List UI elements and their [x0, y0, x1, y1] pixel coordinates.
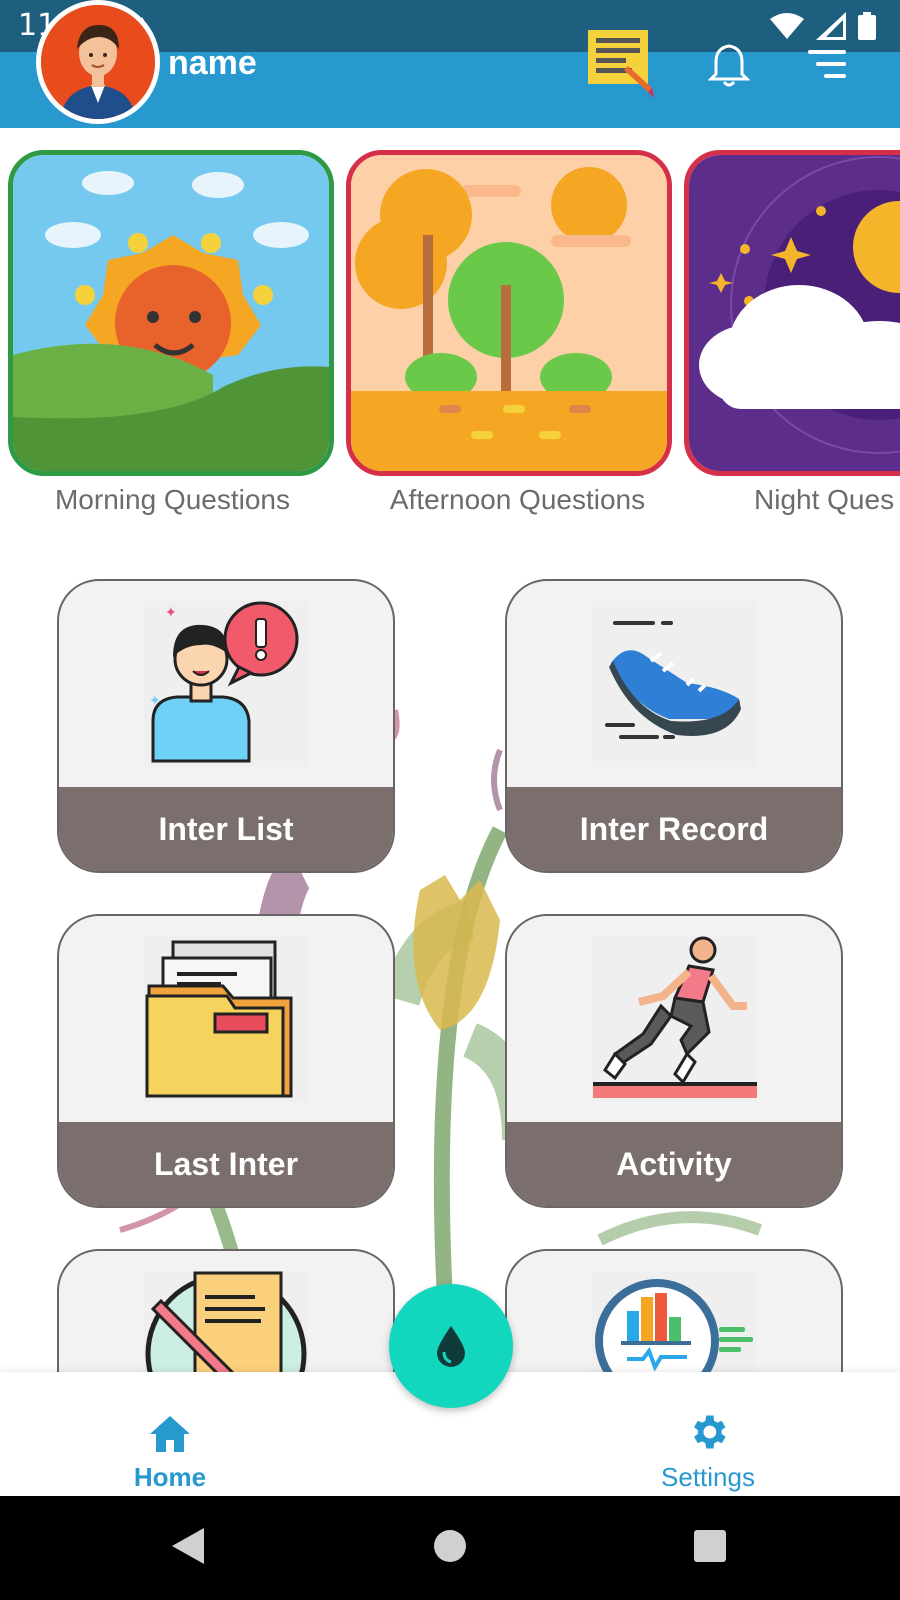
- user-avatar-icon: [41, 5, 155, 119]
- nav-home[interactable]: Home: [70, 1372, 270, 1496]
- svg-text:✦: ✦: [149, 693, 161, 709]
- signal-icon: [816, 12, 846, 40]
- nav-settings-label: Settings: [661, 1462, 755, 1492]
- card-illustration: ✦ ✦: [143, 601, 309, 767]
- night-moon-icon: [689, 155, 900, 471]
- home-icon: [150, 1416, 190, 1452]
- user-name: name: [168, 44, 257, 82]
- nav-home-label: Home: [133, 1462, 207, 1492]
- afternoon-label: Afternoon Questions: [389, 484, 646, 515]
- morning-tile[interactable]: [8, 150, 334, 476]
- system-nav-bar: [0, 1496, 900, 1600]
- morning-sun-icon: [13, 155, 329, 471]
- status-icons: [770, 12, 876, 40]
- svg-text:✦: ✦: [165, 605, 177, 621]
- bell-icon[interactable]: [708, 42, 750, 88]
- card-illustration: [143, 936, 309, 1102]
- inter-list-card[interactable]: ✦ ✦ Inter List: [57, 579, 395, 873]
- battery-icon: [858, 12, 876, 40]
- wifi-icon: [770, 13, 804, 39]
- nav-settings[interactable]: Settings: [608, 1372, 808, 1496]
- back-icon[interactable]: [168, 1526, 208, 1566]
- recents-icon[interactable]: [692, 1528, 728, 1564]
- edit-note-icon[interactable]: [586, 30, 658, 100]
- avatar[interactable]: [36, 0, 160, 124]
- water-drop-icon: [437, 1326, 465, 1367]
- morning-label: Morning Questions: [54, 484, 290, 515]
- activity-card[interactable]: Activity: [505, 914, 843, 1208]
- card-illustration: [591, 936, 757, 1102]
- night-tile[interactable]: [684, 150, 900, 476]
- card-illustration: [591, 601, 757, 767]
- card-label: Activity: [507, 1122, 841, 1206]
- folder-icon: [145, 940, 293, 1098]
- night-label: Night Ques: [754, 484, 895, 515]
- card-label: Inter Record: [507, 787, 841, 871]
- running-shoe-icon: [605, 621, 741, 739]
- inter-record-card[interactable]: Inter Record: [505, 579, 843, 873]
- afternoon-tile[interactable]: [346, 150, 672, 476]
- runner-icon: [593, 936, 757, 1098]
- afternoon-trees-icon: [351, 155, 667, 471]
- card-label: Inter List: [59, 787, 393, 871]
- settings-gear-icon: [694, 1415, 726, 1449]
- last-inter-card[interactable]: Last Inter: [57, 914, 395, 1208]
- person-alert-icon: ✦ ✦: [149, 601, 299, 763]
- menu-icon[interactable]: [806, 48, 848, 80]
- question-tiles-strip[interactable]: Morning Questions Afternoon Questions Ni…: [0, 150, 900, 530]
- card-label: Last Inter: [59, 1122, 393, 1206]
- water-fab-button[interactable]: [389, 1284, 513, 1408]
- home-circle-icon[interactable]: [432, 1528, 468, 1564]
